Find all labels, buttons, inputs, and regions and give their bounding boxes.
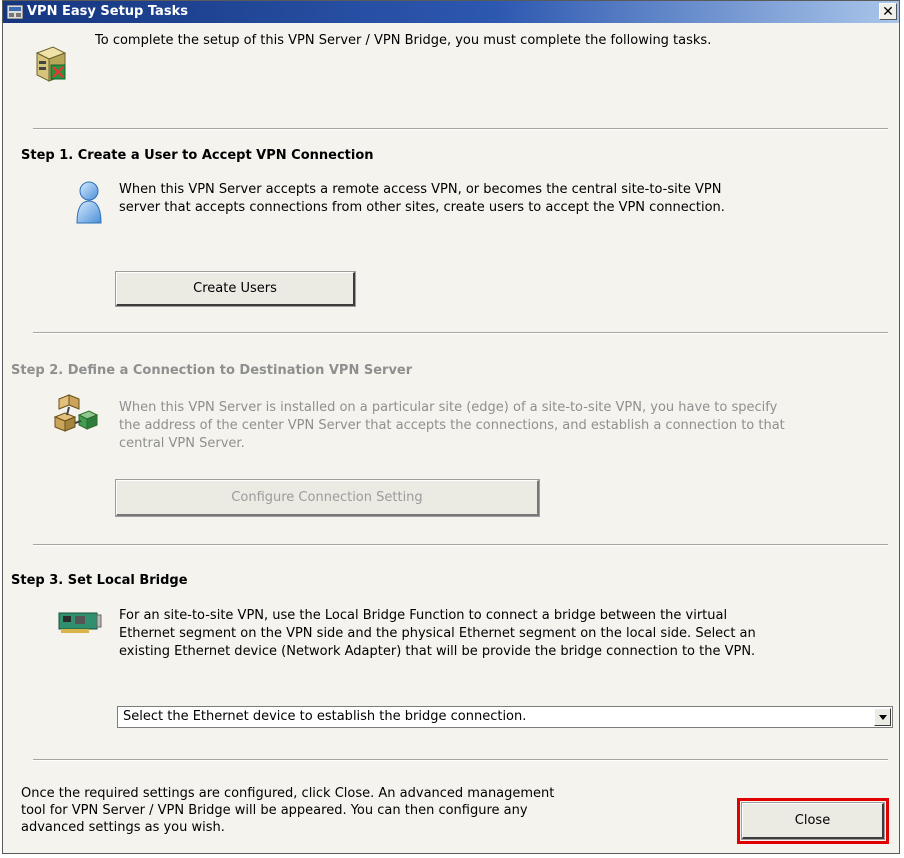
create-users-button[interactable]: Create Users [115,271,356,307]
configure-connection-setting-button[interactable]: Configure Connection Setting [115,479,540,517]
step2-title: Step 2. Define a Connection to Destinati… [11,363,413,378]
setup-window: VPN Easy Setup Tasks ✕ To complete the s… [2,0,900,854]
step1-title: Step 1. Create a User to Accept VPN Conn… [21,148,374,163]
connection-icon [53,394,99,432]
step2-desc-line: the address of the center VPN Server tha… [119,418,785,433]
divider [33,759,888,761]
step1-description: When this VPN Server accepts a remote ac… [119,181,879,217]
step2-desc-line: When this VPN Server is installed on a p… [119,400,778,415]
chevron-down-icon[interactable] [874,708,891,726]
step3-desc-line: existing Ethernet device (Network Adapte… [119,644,756,659]
footer-text: Once the required settings are configure… [21,785,721,836]
step2-desc-line: central VPN Server. [119,436,245,451]
vpn-app-icon [7,5,23,19]
step1-desc-line: When this VPN Server accepts a remote ac… [119,182,722,197]
title-bar[interactable]: VPN Easy Setup Tasks ✕ [3,1,899,23]
ethernet-device-select-value: Select the Ethernet device to establish … [123,709,527,724]
divider [33,544,888,546]
window-close-button[interactable]: ✕ [879,3,897,20]
network-adapter-icon [58,612,102,633]
step3-title: Step 3. Set Local Bridge [11,573,188,588]
window-title: VPN Easy Setup Tasks [27,4,188,19]
footer-line: Once the required settings are configure… [21,786,555,801]
step3-desc-line: Ethernet segment on the VPN side and the… [119,626,756,641]
step2-description: When this VPN Server is installed on a p… [119,399,889,453]
close-button[interactable]: Close [741,802,885,840]
step3-description: For an site-to-site VPN, use the Local B… [119,607,894,661]
server-icon [35,46,67,82]
intro-text: To complete the setup of this VPN Server… [95,33,712,48]
step3-desc-line: For an site-to-site VPN, use the Local B… [119,608,728,623]
close-button-highlight: Close [737,798,889,844]
divider [33,128,888,130]
step1-desc-line: server that accepts connections from oth… [119,200,725,215]
footer-line: advanced settings as you wish. [21,820,225,835]
ethernet-device-select[interactable]: Select the Ethernet device to establish … [117,706,893,728]
divider [33,332,888,334]
user-icon [76,181,102,224]
footer-line: tool for VPN Server / VPN Bridge will be… [21,803,528,818]
